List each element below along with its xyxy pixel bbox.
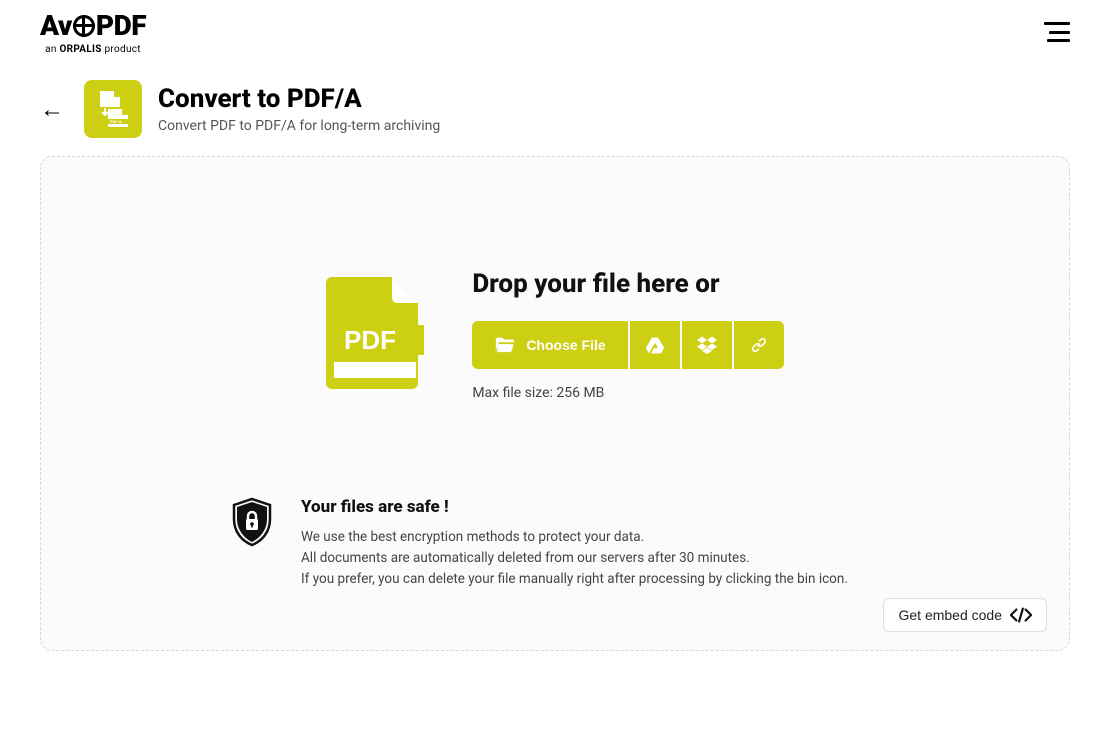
- brand-logo[interactable]: Av PDF an ORPALIS product: [40, 9, 146, 55]
- brand-name-prefix: Av: [40, 9, 72, 42]
- dropzone-heading: Drop your file here or: [472, 269, 783, 299]
- menu-icon[interactable]: [1044, 22, 1070, 42]
- svg-text:PDF: PDF: [344, 325, 396, 355]
- pdf-file-icon: PDF: [326, 277, 424, 393]
- folder-open-icon: [494, 334, 516, 356]
- url-button[interactable]: [734, 321, 784, 369]
- safety-line-3: If you prefer, you can delete your file …: [301, 569, 848, 590]
- svg-text:PDF/A: PDF/A: [110, 119, 122, 124]
- page-subtitle: Convert PDF to PDF/A for long-term archi…: [158, 118, 440, 134]
- dropbox-icon: [697, 335, 717, 355]
- page-title: Convert to PDF/A: [158, 84, 440, 114]
- tool-icon: PDF/A: [84, 80, 142, 138]
- choose-file-label: Choose File: [526, 337, 605, 353]
- dropzone[interactable]: PDF Drop your file here or Choose File: [40, 156, 1070, 651]
- safety-title: Your files are safe !: [301, 497, 848, 517]
- get-embed-code-button[interactable]: Get embed code: [883, 598, 1047, 632]
- safety-line-2: All documents are automatically deleted …: [301, 548, 848, 569]
- embed-label: Get embed code: [898, 607, 1002, 623]
- code-icon: [1010, 607, 1032, 623]
- choose-file-button[interactable]: Choose File: [472, 321, 627, 369]
- google-drive-button[interactable]: [630, 321, 680, 369]
- dropbox-button[interactable]: [682, 321, 732, 369]
- google-drive-icon: [645, 335, 665, 355]
- back-arrow-icon[interactable]: ←: [40, 97, 68, 121]
- brand-name-suffix: PDF: [96, 9, 146, 42]
- brand-subline: an ORPALIS product: [45, 44, 141, 55]
- link-icon: [749, 335, 769, 355]
- max-file-size: Max file size: 256 MB: [472, 385, 783, 401]
- safety-line-1: We use the best encryption methods to pr…: [301, 527, 848, 548]
- globe-icon: [73, 15, 95, 37]
- shield-lock-icon: [231, 497, 273, 551]
